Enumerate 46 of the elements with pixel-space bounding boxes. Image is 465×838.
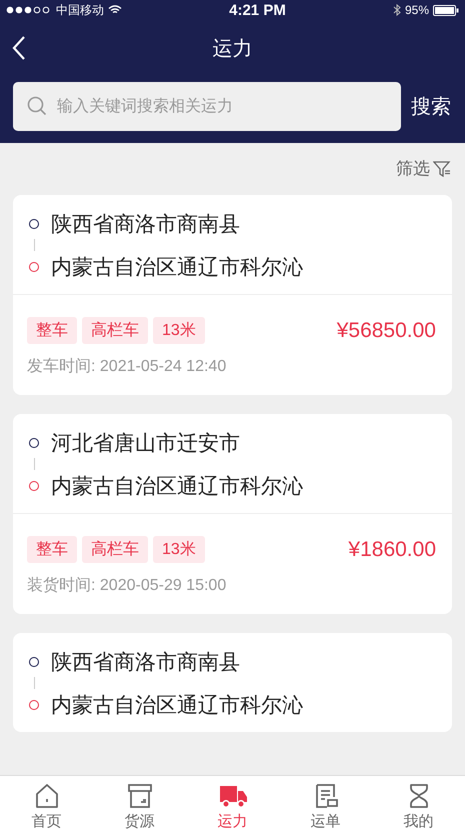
price: ¥56850.00 bbox=[336, 318, 436, 342]
origin-dot bbox=[29, 438, 39, 448]
time-text: 装货时间: 2020-05-29 15:00 bbox=[27, 576, 228, 596]
destination-address: 内蒙古自治区通辽市科尔沁 bbox=[51, 254, 303, 280]
box-icon bbox=[126, 783, 152, 809]
destination-address: 内蒙古自治区通辽市科尔沁 bbox=[51, 474, 303, 500]
tag: 整车 bbox=[27, 536, 77, 563]
price: ¥1860.00 bbox=[348, 538, 436, 562]
tab-item[interactable]: 货源 bbox=[93, 776, 186, 838]
battery-icon bbox=[433, 4, 459, 16]
tab-item[interactable]: 首页 bbox=[0, 776, 93, 838]
tab-item[interactable]: 运单 bbox=[279, 776, 372, 838]
origin-dot bbox=[29, 656, 39, 666]
carrier-name: 中国移动 bbox=[56, 2, 104, 18]
wifi-icon bbox=[108, 5, 122, 15]
search-button[interactable]: 搜索 bbox=[411, 93, 465, 120]
route-card[interactable]: 陕西省商洛市商南县 内蒙古自治区通辽市科尔沁 整车 高栏车 13米 ¥56850.00 发车时间: 2021-05-24 12:40 bbox=[13, 195, 452, 395]
origin-address: 陕西省商洛市商南县 bbox=[51, 212, 240, 238]
route-card[interactable]: 河北省唐山市迁安市 内蒙古自治区通辽市科尔沁 整车 高栏车 13米 ¥1860.00 装货时间: 2020-05-29 15:00 bbox=[13, 414, 452, 614]
time-text: 发车时间: 2021-05-24 12:40 bbox=[27, 356, 228, 377]
tag: 整车 bbox=[27, 317, 77, 344]
tag: 高栏车 bbox=[82, 536, 148, 563]
tag: 13米 bbox=[153, 317, 205, 344]
battery-percent: 95% bbox=[404, 3, 429, 17]
destination-dot bbox=[29, 700, 39, 710]
status-time: 4:21 PM bbox=[229, 2, 286, 18]
search-field[interactable]: 输入关键词搜索相关运力 bbox=[13, 82, 401, 131]
origin-address: 陕西省商洛市商南县 bbox=[51, 650, 240, 676]
signal-icon bbox=[6, 6, 52, 14]
truck-icon bbox=[218, 783, 248, 809]
tag: 13米 bbox=[153, 536, 205, 563]
origin-dot bbox=[29, 218, 39, 228]
filter-button[interactable]: 筛选 bbox=[396, 157, 451, 180]
route-card[interactable]: 陕西省商洛市商南县 内蒙古自治区通辽市科尔沁 bbox=[13, 633, 452, 732]
tag: 高栏车 bbox=[82, 317, 148, 344]
destination-dot bbox=[29, 262, 39, 272]
origin-address: 河北省唐山市迁安市 bbox=[51, 430, 240, 456]
destination-dot bbox=[29, 480, 39, 490]
search-icon bbox=[27, 96, 47, 116]
page-title: 运力 bbox=[212, 36, 252, 62]
tab-item[interactable]: 运力 bbox=[186, 776, 279, 838]
bluetooth-icon bbox=[392, 4, 401, 16]
tab-item[interactable]: 我的 bbox=[372, 776, 465, 838]
home-icon bbox=[34, 783, 60, 809]
filter-icon bbox=[433, 160, 451, 176]
destination-address: 内蒙古自治区通辽市科尔沁 bbox=[51, 692, 303, 718]
